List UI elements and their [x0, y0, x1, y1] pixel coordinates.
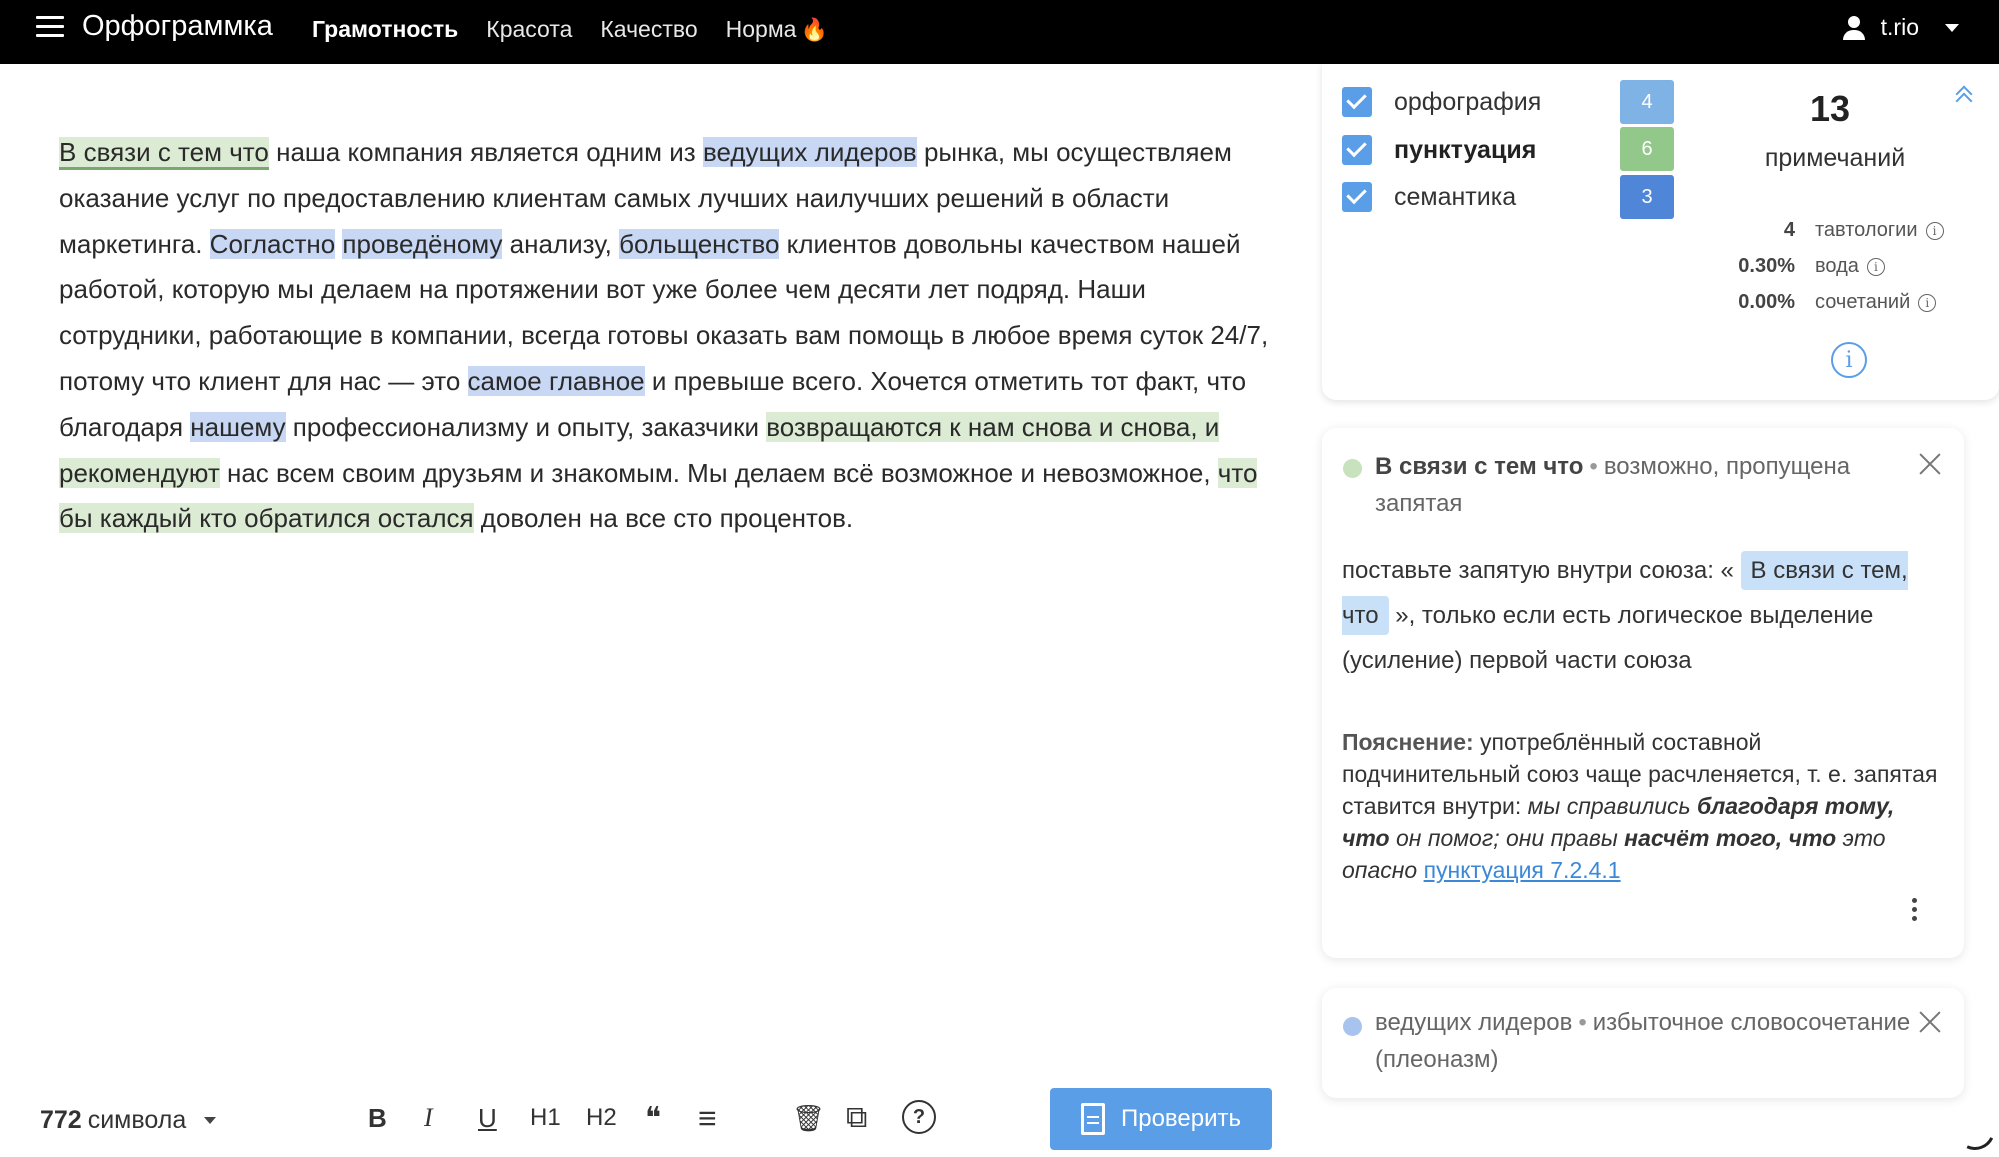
- user-icon: [1841, 15, 1867, 41]
- metric-combinations: 0.00% сочетаний i: [1680, 291, 1980, 314]
- app-title[interactable]: Орфограммка: [82, 10, 273, 43]
- suggestion-body: поставьте запятую внутри союза: « В связ…: [1342, 548, 1942, 683]
- suggestion-explanation: Пояснение: употреблённый составной подчи…: [1342, 726, 1942, 886]
- char-count[interactable]: 772 символа: [40, 1106, 217, 1135]
- quote-icon[interactable]: ❝: [645, 1100, 661, 1136]
- document-icon: [1080, 1103, 1105, 1135]
- editor-text[interactable]: В связи с тем что наша компания является…: [59, 130, 1269, 542]
- total-notes-count: 13: [1809, 88, 1851, 129]
- bottom-toolbar: 772 символа B I U H1 H2 ❝ ≡ 🗑 ⧉ ? Провер…: [0, 1080, 1290, 1155]
- category-punctuation[interactable]: пунктуация: [1342, 130, 1536, 170]
- separator-dot: •: [1589, 453, 1598, 480]
- punctuation-count: 6: [1620, 127, 1674, 171]
- stats-info-icon[interactable]: i: [1831, 342, 1867, 378]
- orthography-label: орфография: [1394, 87, 1542, 116]
- category-orthography[interactable]: орфография: [1342, 82, 1541, 122]
- heading2-button[interactable]: H2: [586, 1100, 617, 1136]
- align-icon[interactable]: ≡: [698, 1100, 717, 1136]
- info-icon[interactable]: i: [1866, 257, 1885, 276]
- suggestion-dot: [1343, 1017, 1362, 1036]
- highlighted-issue[interactable]: самое главное: [467, 365, 645, 396]
- italic-button[interactable]: I: [424, 1100, 433, 1136]
- bold-button[interactable]: B: [368, 1100, 387, 1136]
- suggestion-body-after: », только если есть логическое выделение…: [1342, 602, 1874, 674]
- caret-down-icon: [204, 1117, 217, 1124]
- user-menu[interactable]: t.rio: [1841, 14, 1959, 41]
- flame-icon: 🔥: [800, 17, 828, 42]
- suggestion-header: В связи с тем что • возможно, пропущена за…: [1375, 448, 1915, 522]
- more-options-icon[interactable]: [1912, 898, 1918, 924]
- close-icon[interactable]: [1918, 1010, 1942, 1034]
- suggestion-dot: [1343, 459, 1362, 478]
- semantics-count: 3: [1620, 175, 1674, 219]
- nav-item-norma-label: Норма: [725, 16, 797, 42]
- delete-icon[interactable]: 🗑: [792, 1100, 825, 1136]
- underline-button[interactable]: U: [478, 1100, 497, 1136]
- char-count-label: символа: [87, 1106, 187, 1134]
- suggestion-card[interactable]: В связи с тем что • возможно, пропущена за…: [1322, 428, 1964, 958]
- semantics-checkbox[interactable]: [1342, 182, 1372, 212]
- metric-water: 0.30% вода i: [1680, 255, 1980, 278]
- nav-item-krasota[interactable]: Красота: [486, 16, 572, 43]
- close-icon[interactable]: [1918, 452, 1942, 476]
- top-bar: Орфограммка Грамотность Красота Качество…: [0, 0, 1999, 64]
- info-icon[interactable]: i: [1918, 293, 1937, 312]
- help-icon[interactable]: ?: [902, 1100, 936, 1134]
- metric-value: 0.30%: [1738, 255, 1795, 277]
- highlighted-issue[interactable]: Согластно: [209, 228, 336, 259]
- highlighted-issue[interactable]: больщенство: [619, 228, 780, 259]
- punctuation-label: пунктуация: [1394, 135, 1537, 164]
- separator-dot: •: [1578, 1009, 1587, 1036]
- check-button-label: Проверить: [1120, 1105, 1242, 1132]
- nav-item-norma[interactable]: Норма 🔥: [726, 16, 828, 43]
- category-semantics[interactable]: семантика: [1342, 177, 1516, 217]
- highlighted-issue[interactable]: В связи с тем что: [59, 137, 269, 170]
- example1-a: мы справились: [1527, 793, 1691, 819]
- collapse-icon[interactable]: [1954, 86, 1974, 106]
- explanation-label: Пояснение:: [1342, 729, 1474, 755]
- total-notes-label: примечаний: [1764, 144, 1906, 172]
- semantics-label: семантика: [1394, 182, 1517, 211]
- metric-tautology: 4 тавтологии i: [1680, 219, 1980, 242]
- info-icon[interactable]: i: [1925, 221, 1944, 240]
- suggestion-card[interactable]: ведущих лидеров • избыточное словосочетани…: [1322, 988, 1964, 1098]
- metric-value: 0.00%: [1738, 291, 1795, 313]
- main-nav: Грамотность Красота Качество Норма 🔥: [312, 16, 828, 43]
- suggestion-phrase: ведущих лидеров: [1375, 1009, 1573, 1036]
- nav-item-kachestvo[interactable]: Качество: [600, 16, 697, 43]
- punctuation-checkbox[interactable]: [1342, 135, 1372, 165]
- example1-c: он помог; они правы: [1396, 825, 1618, 851]
- example2-b: насчёт того, что: [1624, 825, 1837, 851]
- metric-label: сочетаний: [1815, 291, 1911, 313]
- char-count-value: 772: [40, 1106, 82, 1134]
- suggestion-body-before: поставьте запятую внутри союза: «: [1342, 557, 1734, 584]
- check-button[interactable]: Проверить: [1050, 1088, 1272, 1150]
- text-run: нас всем своим друзьям и знакомым. Мы де…: [219, 457, 1218, 488]
- metric-value: 4: [1783, 219, 1795, 241]
- loading-spinner-icon: [1949, 1104, 1999, 1156]
- metric-label: тавтологии: [1815, 219, 1918, 241]
- text-run: наша компания является одним из: [268, 137, 703, 167]
- copy-icon[interactable]: ⧉: [846, 1100, 867, 1136]
- text-run: доволен на все сто процентов.: [473, 503, 854, 534]
- metric-label: вода: [1815, 255, 1859, 277]
- hamburger-menu-icon[interactable]: [36, 16, 64, 38]
- user-name: t.rio: [1880, 14, 1919, 40]
- orthography-count: 4: [1620, 80, 1674, 124]
- orthography-checkbox[interactable]: [1342, 87, 1372, 117]
- chevron-down-icon: [1945, 23, 1959, 32]
- heading1-button[interactable]: H1: [530, 1100, 561, 1136]
- suggestion-phrase: В связи с тем что: [1375, 453, 1584, 480]
- rule-link[interactable]: пунктуация 7.2.4.1: [1424, 857, 1621, 883]
- nav-item-gramotnost[interactable]: Грамотность: [312, 16, 458, 43]
- suggestion-header: ведущих лидеров • избыточное словосочетани…: [1375, 1004, 1915, 1078]
- text-run: профессионализму и опыту, заказчики: [285, 411, 767, 442]
- highlighted-issue[interactable]: нашему: [190, 411, 286, 442]
- highlighted-issue[interactable]: ведущих лидеров: [702, 137, 917, 167]
- text-run: анализу,: [502, 228, 620, 259]
- highlighted-issue[interactable]: проведёному: [342, 228, 503, 259]
